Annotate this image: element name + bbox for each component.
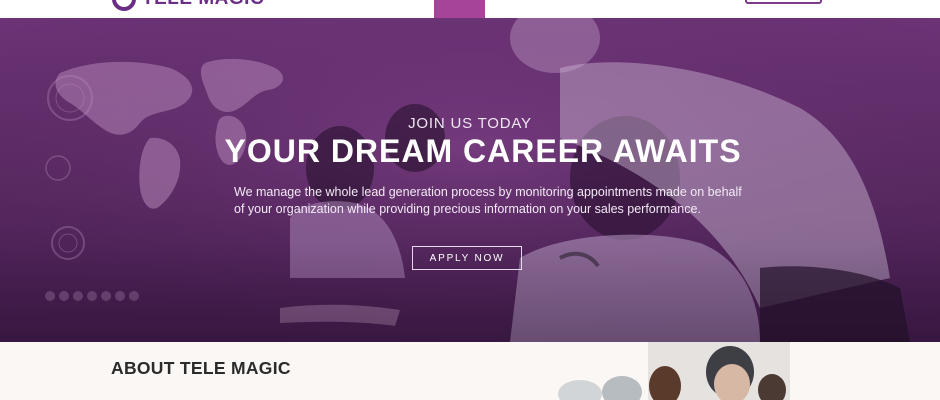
hero-tint-overlay <box>0 18 940 342</box>
about-section: ABOUT TELE MAGIC <box>0 342 940 400</box>
about-title: ABOUT TELE MAGIC <box>111 358 291 378</box>
apply-now-button[interactable]: APPLY NOW <box>412 246 522 270</box>
nav-cta-button[interactable] <box>745 0 822 4</box>
logo-icon <box>112 0 136 11</box>
hero-kicker: JOIN US TODAY <box>408 115 532 132</box>
hero-banner: JOIN US TODAY YOUR DREAM CAREER AWAITS W… <box>0 18 940 342</box>
hero-description: We manage the whole lead generation proc… <box>234 185 742 216</box>
nav-item-active[interactable] <box>434 0 485 18</box>
about-team-image <box>540 342 790 400</box>
top-navbar: TELE MAGIC <box>0 0 940 18</box>
brand-logo[interactable]: TELE MAGIC <box>112 0 264 11</box>
brand-name: TELE MAGIC <box>142 0 264 10</box>
hero-headline: YOUR DREAM CAREER AWAITS <box>224 133 742 169</box>
